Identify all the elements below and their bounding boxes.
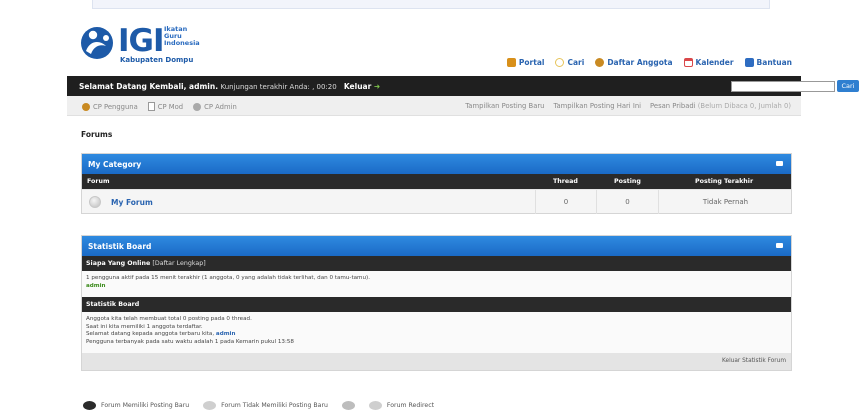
forum-post-count: 0 [596,190,658,214]
forum-thread-count: 0 [535,190,596,214]
logout-stats-link[interactable]: Keluar Statistik Forum [722,358,786,364]
collapse-icon[interactable] [776,243,783,248]
search-button[interactable]: Cari [837,80,859,92]
forum-status-icon [89,196,101,208]
stats-title: Statistik Board [88,242,152,251]
legend-new-posts: Forum Memiliki Posting Baru [83,401,189,410]
legend-redirect: Forum Redirect [368,401,434,410]
logout-link[interactable]: Keluar ➜ [344,82,380,91]
top-navigation: Portal Cari Daftar Anggota Kalender Bant… [506,58,792,67]
page-title: Forums [81,130,113,139]
online-summary: 1 pengguna aktif pada 15 menit terakhir … [86,275,371,281]
logo-text: IGI [118,23,165,59]
logo-place: Kabupaten Dompu [120,56,194,64]
nav-help[interactable]: Bantuan [744,58,792,67]
forum-row: My Forum 0 0 Tidak Pernah [82,189,792,214]
welcome-message: Selamat Datang Kembali, admin. Kunjungan… [79,82,380,91]
board-stats-block: Statistik Board Siapa Yang Online [Dafta… [81,235,792,371]
board-stats-body: Anggota kita telah membuat total 0 posti… [82,312,791,353]
category-block: My Category Forum Thread Posting Posting… [81,153,792,214]
stats-header[interactable]: Statistik Board [82,236,791,256]
new-posts-link[interactable]: Tampilkan Posting Baru [465,102,544,110]
site-logo[interactable]: IGI Ikatan Guru Indonesia Kabupaten Domp… [80,24,220,66]
collapse-icon[interactable] [776,161,783,166]
category-title: My Category [88,160,142,169]
cp-admin-link[interactable]: CP Admin [193,102,237,111]
nav-calendar[interactable]: Kalender [683,58,734,67]
forum-last-post: Tidak Pernah [658,190,792,214]
top-strip [92,0,770,9]
cp-user-link[interactable]: CP Pengguna [82,102,138,111]
forum-icon-legend: Forum Memiliki Posting Baru Forum Tidak … [83,401,434,410]
legend-no-new-posts: Forum Tidak Memiliki Posting Baru [203,401,328,410]
legend-locked [341,401,355,410]
stats-footer: Keluar Statistik Forum [82,353,791,370]
nav-members[interactable]: Daftar Anggota [595,58,673,67]
newest-member-link[interactable]: admin [216,331,236,337]
logout-arrow-icon: ➜ [373,82,381,91]
online-header: Siapa Yang Online [Daftar Lengkap] [82,256,791,271]
control-panel-bar: CP Pengguna CP Mod CP Admin Tampilkan Po… [67,96,801,116]
private-messages-link[interactable]: Pesan Pribadi (Belum Dibaca 0, Jumlah 0) [650,102,791,110]
pm-status: (Belum Dibaca 0, Jumlah 0) [697,102,791,110]
online-body: 1 pengguna aktif pada 15 menit terakhir … [82,271,791,297]
category-header[interactable]: My Category [82,154,791,174]
today-posts-link[interactable]: Tampilkan Posting Hari Ini [553,102,641,110]
last-visit: Kunjungan terakhir Anda: , 00:20 [220,83,337,91]
logo-mark-icon [81,27,113,59]
logo-subtitle: Ikatan Guru Indonesia [164,25,200,47]
nav-portal[interactable]: Portal [506,58,544,67]
forum-column-headers: Forum Thread Posting Posting Terakhir [82,174,791,189]
col-last-post: Posting Terakhir [695,178,754,185]
board-stats-subheader: Statistik Board [82,297,791,312]
no-new-posts-icon [203,401,217,410]
document-icon [147,102,155,111]
welcome-greeting: Selamat Datang Kembali, admin. [79,82,219,91]
search-input[interactable] [731,81,835,92]
online-user-link[interactable]: admin [86,283,787,291]
search-icon [555,58,565,67]
user-icon [82,102,90,111]
forum-link[interactable]: My Forum [111,198,153,207]
col-thread: Thread [553,178,578,185]
calendar-icon [683,58,693,67]
portal-icon [506,58,516,67]
locked-forum-icon [341,401,355,410]
col-posting: Posting [614,178,641,185]
welcome-bar: Selamat Datang Kembali, admin. Kunjungan… [67,76,859,96]
full-list-link[interactable]: [Daftar Lengkap] [152,260,205,267]
redirect-icon [368,401,382,410]
members-icon [595,58,605,67]
help-icon [744,58,754,67]
cp-mod-link[interactable]: CP Mod [147,102,183,111]
col-forum: Forum [87,178,110,185]
new-posts-icon [83,401,96,410]
globe-icon [193,102,202,111]
nav-search[interactable]: Cari [555,58,584,67]
